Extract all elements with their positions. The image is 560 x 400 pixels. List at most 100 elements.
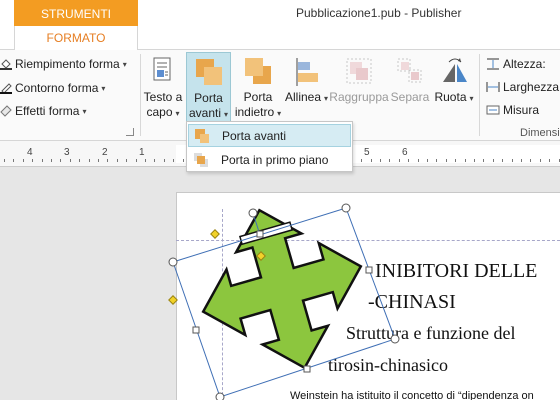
ruler-tick <box>483 159 484 162</box>
ruler-tick <box>32 159 33 162</box>
chevron-down-icon: ▾ <box>82 106 87 116</box>
width-icon <box>486 81 500 93</box>
rotate-label-text: Ruota <box>434 90 467 104</box>
width-field[interactable]: Larghezza: <box>486 77 560 97</box>
ruler-tick <box>502 159 503 162</box>
tab-formato[interactable]: FORMATO <box>14 26 138 51</box>
send-backward-label-2-text: indietro <box>234 105 275 119</box>
bring-forward-icon <box>194 57 224 89</box>
text-wrap-icon <box>148 56 178 88</box>
ruler-tick <box>436 159 437 162</box>
chevron-down-icon: ▾ <box>175 109 180 118</box>
ruler-tick <box>493 159 494 162</box>
shape-fill-label: Riempimento forma <box>15 57 120 71</box>
send-backward-label-2: indietro ▾ <box>235 105 281 121</box>
ruler-tick <box>512 159 513 162</box>
shape-effects-button[interactable]: Effetti forma ▾ <box>0 101 87 121</box>
rotate-button[interactable]: Ruota ▾ <box>432 52 476 128</box>
chevron-down-icon: ▾ <box>101 83 106 93</box>
ruler-number: 4 <box>27 147 33 158</box>
ruler-tick <box>51 159 52 162</box>
ruler-tick <box>164 159 165 162</box>
measure-button[interactable]: Misura <box>486 100 539 120</box>
ruler-tick <box>117 159 118 162</box>
shape-outline-button[interactable]: Contorno forma ▾ <box>0 78 105 98</box>
ribbon-tab-row: FORMATO <box>0 26 560 51</box>
paint-bucket-icon <box>0 58 12 70</box>
bring-forward-button[interactable]: Porta avanti ▾ <box>186 52 231 128</box>
shape-fill-button[interactable]: Riempimento forma ▾ <box>0 54 127 74</box>
ruler-number: 3 <box>64 147 70 158</box>
send-backward-button[interactable]: Porta indietro ▾ <box>233 52 283 128</box>
send-backward-label-1: Porta <box>243 90 273 104</box>
ruler-tick <box>474 159 475 162</box>
ruler-tick <box>154 159 155 162</box>
ruler-tick <box>23 159 24 162</box>
ruler-tick <box>98 159 99 162</box>
ruler-tick <box>530 159 531 162</box>
ungroup-icon <box>395 56 425 88</box>
four-way-arrow-shape <box>201 208 363 370</box>
text-wrap-button[interactable]: Testo a capo ▾ <box>141 52 185 128</box>
measure-label: Misura <box>503 103 540 117</box>
bring-forward-label-2: avanti ▾ <box>189 106 228 122</box>
ruler-tick <box>145 159 146 162</box>
ruler-tick <box>89 159 90 162</box>
group-icon <box>344 56 374 88</box>
chevron-down-icon: ▾ <box>469 94 474 103</box>
ruler-tick <box>4 159 5 162</box>
menu-item-bring-to-front[interactable]: Porta in primo piano <box>188 148 351 171</box>
ruler-tick <box>173 159 174 162</box>
ruler-tick <box>427 159 428 162</box>
bring-forward-label-2-text: avanti <box>188 106 221 120</box>
menu-item-bring-forward[interactable]: Porta avanti <box>188 124 351 147</box>
chevron-down-icon: ▾ <box>122 59 127 69</box>
canvas-area[interactable]: INIBITORI DELLE -CHINASI Struttura e fun… <box>0 167 560 400</box>
ruler-number: 1 <box>139 147 145 158</box>
shape-effects-label: Effetti forma <box>15 104 80 118</box>
ruler-tick <box>455 159 456 162</box>
group-button[interactable]: Raggruppa <box>329 52 389 128</box>
ruler-tick <box>465 159 466 162</box>
ungroup-button[interactable]: Separa <box>390 52 430 128</box>
menu-item-label: Porta in primo piano <box>221 152 329 167</box>
pen-icon <box>0 82 12 94</box>
chevron-down-icon: ▾ <box>277 109 282 118</box>
ruler-tick <box>399 159 400 162</box>
ruler-tick <box>13 159 14 162</box>
align-label-1: Allinea ▾ <box>285 90 328 106</box>
height-label: Altezza: <box>503 57 546 71</box>
ruler-tick <box>549 159 550 162</box>
ruler-tick <box>60 159 61 162</box>
measure-icon <box>486 104 500 116</box>
ruler-number: 2 <box>102 147 108 158</box>
text-wrap-label-1: Testo a <box>143 90 183 104</box>
ruler-tick <box>70 159 71 162</box>
ruler-tick <box>389 159 390 162</box>
align-label-text: Allinea <box>284 90 322 104</box>
text-wrap-label-2: capo ▾ <box>146 105 179 121</box>
ruler-tick <box>126 159 127 162</box>
title-bar: STRUMENTI DISEGNO Pubblicazione1.pub - P… <box>0 0 560 49</box>
ruler-tick <box>540 159 541 162</box>
align-button[interactable]: Allinea ▾ <box>285 52 328 128</box>
menu-item-label: Porta avanti <box>222 128 287 143</box>
bring-forward-label-1: Porta <box>194 91 223 105</box>
ruler-number: 6 <box>402 147 408 158</box>
ruler-number: 5 <box>364 147 370 158</box>
effects-icon <box>0 105 12 117</box>
size-group-label: Dimensi <box>520 127 560 139</box>
ruler-tick <box>361 159 362 162</box>
ruler-tick <box>107 159 108 162</box>
ruler-tick <box>380 159 381 162</box>
rotate-label-1: Ruota ▾ <box>434 90 473 106</box>
ungroup-label: Separa <box>390 90 430 104</box>
selected-shape-layer[interactable] <box>0 167 560 400</box>
bring-forward-dropdown-menu: Porta avanti Porta in primo piano <box>186 121 353 172</box>
ruler-tick <box>183 159 184 162</box>
height-icon <box>486 58 500 70</box>
height-field[interactable]: Altezza: <box>486 54 546 74</box>
send-backward-icon <box>243 56 273 88</box>
rotate-icon <box>439 56 469 88</box>
dialog-launcher-icon[interactable] <box>126 128 134 136</box>
